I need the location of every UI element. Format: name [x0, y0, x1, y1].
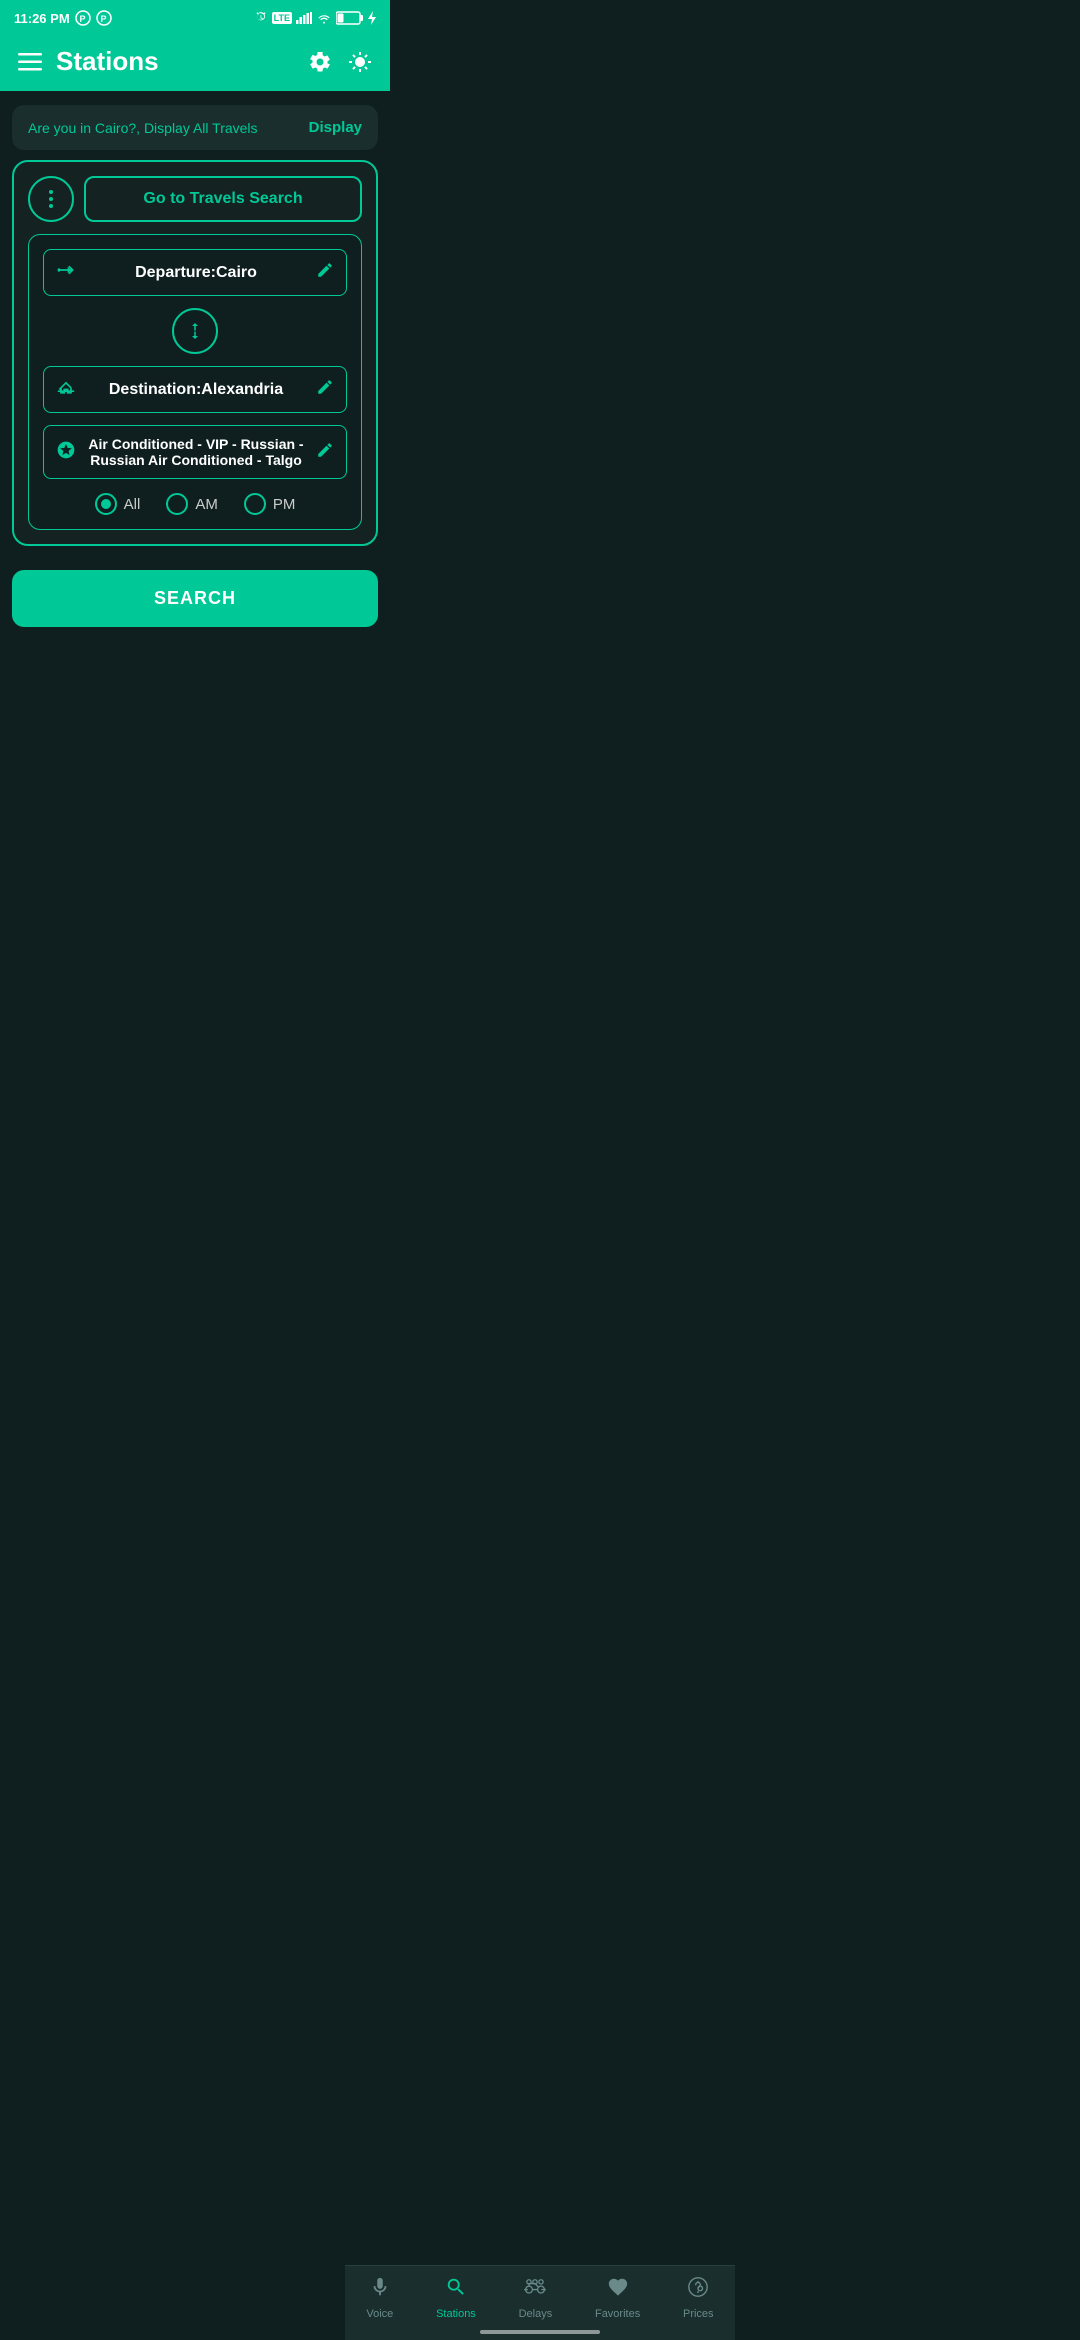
menu-button[interactable]	[18, 53, 42, 71]
svg-text:P: P	[79, 14, 85, 24]
top-bar: Stations	[0, 36, 390, 91]
top-bar-left: Stations	[18, 46, 159, 77]
radio-all-circle	[95, 493, 117, 515]
banner: Are you in Cairo?, Display All Travels D…	[12, 105, 378, 150]
charging-icon	[368, 11, 376, 25]
departure-icon	[56, 260, 76, 285]
main-card: Go to Travels Search Departure:Cairo	[12, 160, 378, 546]
prices-icon	[687, 2276, 709, 2304]
destination-edit-icon[interactable]	[316, 378, 334, 401]
brightness-button[interactable]	[348, 50, 372, 74]
p-icon-2: P	[96, 10, 112, 26]
status-icons: LTE	[254, 11, 376, 25]
radio-all[interactable]: All	[95, 493, 141, 515]
nav-item-favorites[interactable]: Favorites	[595, 2276, 640, 2320]
destination-icon	[56, 377, 76, 402]
banner-action-btn[interactable]: Display	[309, 119, 362, 136]
class-edit-icon[interactable]	[316, 441, 334, 464]
alarm-icon	[254, 11, 268, 25]
status-time: 11:26 PM P P	[14, 10, 112, 26]
battery-icon	[336, 11, 364, 25]
go-to-travels-search-button[interactable]: Go to Travels Search	[84, 176, 362, 222]
swap-button[interactable]	[172, 308, 218, 354]
radio-group: All AM PM	[43, 493, 347, 515]
class-icon	[56, 440, 76, 465]
radio-am[interactable]: AM	[166, 493, 218, 515]
destination-field[interactable]: Destination:Alexandria	[43, 366, 347, 413]
class-field[interactable]: Air Conditioned - VIP - Russian - Russia…	[43, 425, 347, 479]
lte-badge: LTE	[272, 12, 292, 24]
nav-label-voice: Voice	[366, 2308, 393, 2320]
destination-text: Destination:Alexandria	[86, 381, 306, 399]
more-options-button[interactable]	[28, 176, 74, 222]
nav-label-favorites: Favorites	[595, 2308, 640, 2320]
brightness-icon	[348, 50, 372, 74]
swap-icon	[183, 319, 207, 343]
class-text: Air Conditioned - VIP - Russian - Russia…	[86, 436, 306, 468]
radio-pm-circle	[244, 493, 266, 515]
page-title: Stations	[56, 46, 159, 77]
nav-item-prices[interactable]: Prices	[683, 2276, 714, 2320]
dot-1	[49, 190, 53, 194]
nav-item-delays[interactable]: Delays	[519, 2276, 553, 2320]
banner-text: Are you in Cairo?, Display All Travels	[28, 120, 258, 136]
radio-am-circle	[166, 493, 188, 515]
fields-area: Departure:Cairo Destin	[28, 234, 362, 530]
mic-icon	[369, 2276, 391, 2304]
bottom-nav: Voice Stations Delays	[345, 2265, 735, 2340]
settings-icon	[308, 50, 332, 74]
settings-button[interactable]	[308, 50, 332, 74]
signal-icon-1	[296, 12, 312, 24]
radio-pm-label: PM	[273, 496, 296, 513]
menu-icon	[18, 53, 42, 71]
dot-3	[49, 204, 53, 208]
departure-field[interactable]: Departure:Cairo	[43, 249, 347, 296]
search-icon	[445, 2276, 467, 2304]
nav-label-stations: Stations	[436, 2308, 476, 2320]
svg-text:P: P	[100, 14, 106, 24]
dot-2	[49, 197, 53, 201]
p-icon-1: P	[75, 10, 91, 26]
heart-icon	[607, 2276, 629, 2304]
nav-label-prices: Prices	[683, 2308, 714, 2320]
delays-icon	[523, 2276, 547, 2304]
card-top-row: Go to Travels Search	[28, 176, 362, 222]
search-button[interactable]: SEARCH	[12, 570, 378, 627]
status-bar: 11:26 PM P P LTE	[0, 0, 390, 36]
time-text: 11:26 PM	[14, 11, 70, 26]
bottom-indicator	[480, 2330, 600, 2334]
departure-edit-icon[interactable]	[316, 261, 334, 284]
departure-text: Departure:Cairo	[86, 264, 306, 282]
top-bar-right	[308, 50, 372, 74]
nav-item-voice[interactable]: Voice	[366, 2276, 393, 2320]
swap-btn-wrapper	[43, 308, 347, 354]
nav-item-stations[interactable]: Stations	[436, 2276, 476, 2320]
nav-label-delays: Delays	[519, 2308, 553, 2320]
radio-all-label: All	[124, 496, 141, 513]
radio-am-label: AM	[195, 496, 218, 513]
wifi-icon	[316, 12, 332, 24]
radio-pm[interactable]: PM	[244, 493, 296, 515]
